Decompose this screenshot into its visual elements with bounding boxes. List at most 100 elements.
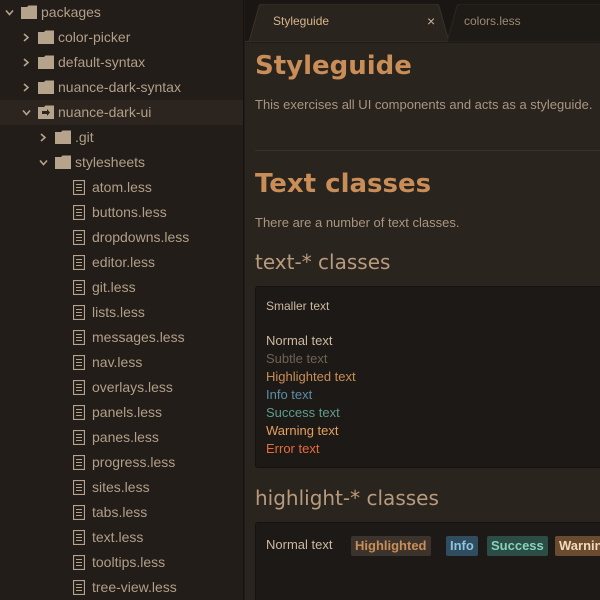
highlight-badge: Success	[487, 536, 548, 556]
tree-file-item[interactable]: panels.less	[0, 400, 243, 425]
chevron-down-icon[interactable]	[39, 158, 48, 166]
tab-styleguide-label: Styleguide	[273, 14, 330, 28]
highlight-badge: Warning	[555, 536, 600, 556]
tree-folder-item[interactable]: default-syntax	[0, 50, 243, 75]
tree-item-label: panes.less	[92, 429, 159, 445]
folder-icon	[38, 55, 54, 69]
tree-item-label: .git	[75, 129, 94, 145]
tree-file-item[interactable]: buttons.less	[0, 200, 243, 225]
file-icon	[73, 555, 85, 570]
file-icon	[73, 480, 85, 495]
divider	[255, 150, 600, 151]
close-icon[interactable]: ×	[427, 13, 435, 29]
file-icon	[73, 180, 85, 195]
highlight-badge: Info	[446, 536, 478, 556]
tab-styleguide[interactable]: Styleguide ×	[249, 4, 449, 42]
tree-file-item[interactable]: lists.less	[0, 300, 243, 325]
file-icon	[73, 230, 85, 245]
highlight-heading: highlight-* classes	[255, 486, 439, 510]
tree-file-item[interactable]: overlays.less	[0, 375, 243, 400]
text-classes-heading: Text classes	[255, 169, 432, 199]
file-icon	[73, 255, 85, 270]
tree-item-label: messages.less	[92, 329, 185, 345]
tree-item-label: lists.less	[92, 304, 145, 320]
tree-file-item[interactable]: text.less	[0, 525, 243, 550]
file-icon	[73, 505, 85, 520]
tree-file-item[interactable]: progress.less	[0, 450, 243, 475]
chevron-right-icon[interactable]	[22, 33, 30, 42]
tree-item-label: nuance-dark-ui	[58, 104, 152, 120]
tab-bar: Styleguide × colors.less	[245, 0, 600, 42]
text-sample: Info text	[266, 387, 313, 402]
folder-icon	[55, 155, 71, 169]
text-classes-intro: There are a number of text classes.	[255, 215, 460, 230]
tree-file-item[interactable]: tabs.less	[0, 500, 243, 525]
tree-item-label: atom.less	[92, 179, 152, 195]
file-icon	[73, 455, 85, 470]
tree-folder-item[interactable]: packages	[0, 0, 243, 25]
highlight-badge: Highlighted	[351, 536, 431, 556]
file-icon	[73, 205, 85, 220]
tree-item-label: panels.less	[92, 404, 163, 420]
highlight-normal-text: Normal text	[266, 537, 333, 552]
tree-item-label: packages	[41, 4, 101, 20]
file-icon	[73, 305, 85, 320]
tree-item-label: sites.less	[92, 479, 150, 495]
text-sample: Normal text	[266, 333, 333, 348]
text-sample: Success text	[266, 405, 340, 420]
text-sample: Highlighted text	[266, 369, 356, 384]
tree-file-item[interactable]: tree-view.less	[0, 575, 243, 600]
tree-item-label: progress.less	[92, 454, 176, 470]
intro-text: This exercises all UI components and act…	[255, 97, 593, 112]
tree-folder-item[interactable]: stylesheets	[0, 150, 243, 175]
file-icon	[73, 280, 85, 295]
folder-icon	[21, 5, 37, 19]
tree-item-label: color-picker	[58, 29, 131, 45]
tree-item-label: git.less	[92, 279, 136, 295]
chevron-down-icon[interactable]	[22, 108, 31, 116]
text-star-heading: text-* classes	[255, 250, 391, 274]
chevron-down-icon[interactable]	[5, 8, 14, 16]
file-icon	[73, 430, 85, 445]
tree-folder-item[interactable]: nuance-dark-ui	[0, 100, 243, 125]
file-icon	[73, 380, 85, 395]
tab-colors-less[interactable]: colors.less	[447, 4, 600, 42]
file-icon	[73, 405, 85, 420]
chevron-right-icon[interactable]	[22, 58, 30, 67]
tree-item-label: tabs.less	[92, 504, 148, 520]
text-sample: Warning text	[266, 423, 339, 438]
tree-view: packages color-picker default-syntax nuance…	[0, 0, 244, 600]
tree-item-label: default-syntax	[58, 54, 146, 70]
tree-file-item[interactable]: editor.less	[0, 250, 243, 275]
tree-file-item[interactable]: nav.less	[0, 350, 243, 375]
chevron-right-icon[interactable]	[22, 83, 30, 92]
tree-file-item[interactable]: messages.less	[0, 325, 243, 350]
file-icon	[73, 330, 85, 345]
tree-file-item[interactable]: atom.less	[0, 175, 243, 200]
tree-file-item[interactable]: git.less	[0, 275, 243, 300]
tree-folder-item[interactable]: color-picker	[0, 25, 243, 50]
tree-item-label: nav.less	[92, 354, 143, 370]
tab-colors-less-label: colors.less	[464, 14, 521, 28]
tree-folder-item[interactable]: .git	[0, 125, 243, 150]
text-sample: Subtle text	[266, 351, 328, 366]
text-classes-panel: Smaller text Normal text Subtle text Highl…	[255, 286, 600, 468]
tree-file-item[interactable]: dropdowns.less	[0, 225, 243, 250]
file-icon	[73, 355, 85, 370]
tree-file-item[interactable]: sites.less	[0, 475, 243, 500]
tree-item-label: buttons.less	[92, 204, 167, 220]
chevron-right-icon[interactable]	[39, 133, 47, 142]
styleguide-view: Styleguide This exercises all UI compone…	[245, 43, 600, 600]
tree-item-label: tree-view.less	[92, 579, 177, 595]
file-icon	[73, 530, 85, 545]
tree-item-label: stylesheets	[75, 154, 146, 170]
tree-file-item[interactable]: tooltips.less	[0, 550, 243, 575]
tree-item-label: tooltips.less	[92, 554, 166, 570]
tree-file-item[interactable]: panes.less	[0, 425, 243, 450]
folder-icon	[55, 130, 71, 144]
tree-folder-item[interactable]: nuance-dark-syntax	[0, 75, 243, 100]
page-title: Styleguide	[255, 51, 412, 81]
text-sample: Error text	[266, 441, 320, 456]
smaller-text: Smaller text	[266, 299, 330, 313]
file-icon	[73, 580, 85, 595]
